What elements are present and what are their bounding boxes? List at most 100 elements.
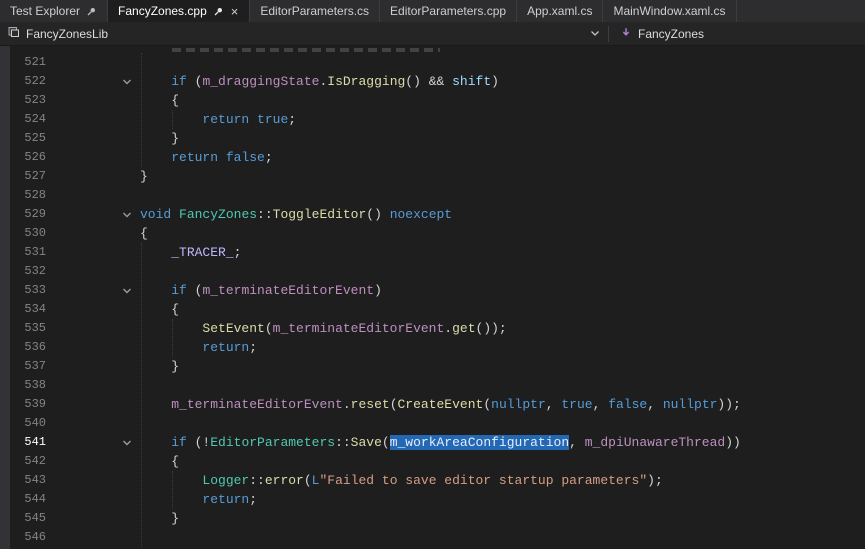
fold-margin: [48, 53, 140, 72]
code-line[interactable]: 522 if (m_draggingState.IsDragging() && …: [0, 72, 865, 91]
code-line[interactable]: 540: [0, 414, 865, 433]
clipped-code-line: [0, 46, 865, 53]
code-line[interactable]: 523 {: [0, 91, 865, 110]
fold-margin: [48, 186, 140, 205]
tab-editorparameters-cs[interactable]: EditorParameters.cs: [250, 0, 380, 22]
close-icon[interactable]: ×: [230, 5, 240, 18]
code-text[interactable]: [140, 262, 865, 281]
code-text[interactable]: void FancyZones::ToggleEditor() noexcept: [140, 205, 865, 224]
code-line[interactable]: 544 return;: [0, 490, 865, 509]
fold-margin: [48, 376, 140, 395]
navigation-bar: FancyZonesLib FancyZones: [0, 22, 865, 46]
code-line[interactable]: 536 return;: [0, 338, 865, 357]
tab-strip: Test Explorer FancyZones.cpp × EditorPar…: [0, 0, 865, 22]
tab-label: MainWindow.xaml.cs: [613, 4, 725, 18]
code-text[interactable]: {: [140, 452, 865, 471]
code-line[interactable]: 531 _TRACER_;: [0, 243, 865, 262]
code-text[interactable]: Logger::error(L"Failed to save editor st…: [140, 471, 865, 490]
code-text[interactable]: [140, 53, 865, 72]
member-down-arrow-icon: [621, 27, 631, 41]
tab-label: App.xaml.cs: [527, 4, 592, 18]
tab-test-explorer[interactable]: Test Explorer: [0, 0, 108, 22]
code-line[interactable]: 534 {: [0, 300, 865, 319]
fold-chevron-icon[interactable]: [48, 281, 140, 300]
clipped-text-fragment: [172, 48, 440, 52]
code-editor[interactable]: 521522 if (m_draggingState.IsDragging() …: [0, 46, 865, 549]
selected-token[interactable]: m_workAreaConfiguration: [390, 435, 569, 450]
fold-margin: [48, 167, 140, 186]
chevron-down-icon[interactable]: [590, 27, 600, 41]
code-rows: 521522 if (m_draggingState.IsDragging() …: [0, 53, 865, 547]
code-text[interactable]: return;: [140, 490, 865, 509]
code-line[interactable]: 537 }: [0, 357, 865, 376]
member-dropdown[interactable]: FancyZones: [609, 27, 865, 41]
code-line[interactable]: 532: [0, 262, 865, 281]
tab-label: EditorParameters.cpp: [390, 4, 506, 18]
code-line[interactable]: 538: [0, 376, 865, 395]
fold-margin: [48, 357, 140, 376]
tab-fancyzones-cpp[interactable]: FancyZones.cpp ×: [108, 0, 250, 22]
project-dropdown-label: FancyZonesLib: [26, 27, 108, 41]
code-text[interactable]: {: [140, 300, 865, 319]
code-text[interactable]: [140, 528, 865, 547]
code-text[interactable]: if (!EditorParameters::Save(m_workAreaCo…: [140, 433, 865, 452]
code-text[interactable]: return false;: [140, 148, 865, 167]
tab-app-xaml-cs[interactable]: App.xaml.cs: [517, 0, 603, 22]
code-text[interactable]: }: [140, 357, 865, 376]
code-text[interactable]: }: [140, 129, 865, 148]
fold-margin: [48, 528, 140, 547]
tab-strip-empty-space: [737, 0, 865, 22]
code-line[interactable]: 546: [0, 528, 865, 547]
code-line[interactable]: 524 return true;: [0, 110, 865, 129]
member-dropdown-label: FancyZones: [638, 27, 704, 41]
code-line[interactable]: 527}: [0, 167, 865, 186]
code-line[interactable]: 529void FancyZones::ToggleEditor() noexc…: [0, 205, 865, 224]
code-text[interactable]: }: [140, 167, 865, 186]
tab-label: EditorParameters.cs: [260, 4, 369, 18]
code-text[interactable]: [140, 414, 865, 433]
code-text[interactable]: if (m_terminateEditorEvent): [140, 281, 865, 300]
code-text[interactable]: [140, 376, 865, 395]
code-line[interactable]: 543 Logger::error(L"Failed to save edito…: [0, 471, 865, 490]
tab-editorparameters-cpp[interactable]: EditorParameters.cpp: [380, 0, 517, 22]
code-line[interactable]: 526 return false;: [0, 148, 865, 167]
code-text[interactable]: SetEvent(m_terminateEditorEvent.get());: [140, 319, 865, 338]
code-text[interactable]: return true;: [140, 110, 865, 129]
code-line[interactable]: 542 {: [0, 452, 865, 471]
pin-icon[interactable]: [213, 6, 224, 17]
fold-chevron-icon[interactable]: [48, 72, 140, 91]
code-line[interactable]: 530{: [0, 224, 865, 243]
code-text[interactable]: }: [140, 509, 865, 528]
fold-margin: [48, 395, 140, 414]
code-text[interactable]: m_terminateEditorEvent.reset(CreateEvent…: [140, 395, 865, 414]
code-text[interactable]: {: [140, 224, 865, 243]
tab-mainwindow-xaml-cs[interactable]: MainWindow.xaml.cs: [603, 0, 736, 22]
fold-margin: [48, 509, 140, 528]
fold-chevron-icon[interactable]: [48, 205, 140, 224]
code-text[interactable]: {: [140, 91, 865, 110]
code-line[interactable]: 541 if (!EditorParameters::Save(m_workAr…: [0, 433, 865, 452]
code-line[interactable]: 545 }: [0, 509, 865, 528]
code-text[interactable]: _TRACER_;: [140, 243, 865, 262]
fold-margin: [48, 91, 140, 110]
code-line[interactable]: 539 m_terminateEditorEvent.reset(CreateE…: [0, 395, 865, 414]
pin-icon[interactable]: [86, 6, 97, 17]
fold-margin: [48, 452, 140, 471]
breakpoint-margin[interactable]: [0, 46, 10, 549]
project-dropdown[interactable]: FancyZonesLib: [0, 26, 608, 41]
code-line[interactable]: 521: [0, 53, 865, 72]
fold-margin: [48, 224, 140, 243]
fold-chevron-icon[interactable]: [48, 433, 140, 452]
code-text[interactable]: [140, 186, 865, 205]
code-text[interactable]: if (m_draggingState.IsDragging() && shif…: [140, 72, 865, 91]
fold-margin: [48, 414, 140, 433]
fold-margin: [48, 148, 140, 167]
code-line[interactable]: 535 SetEvent(m_terminateEditorEvent.get(…: [0, 319, 865, 338]
code-line[interactable]: 525 }: [0, 129, 865, 148]
code-line[interactable]: 528: [0, 186, 865, 205]
code-line[interactable]: 533 if (m_terminateEditorEvent): [0, 281, 865, 300]
fold-margin: [48, 262, 140, 281]
fold-margin: [48, 490, 140, 509]
fold-margin: [48, 243, 140, 262]
code-text[interactable]: return;: [140, 338, 865, 357]
